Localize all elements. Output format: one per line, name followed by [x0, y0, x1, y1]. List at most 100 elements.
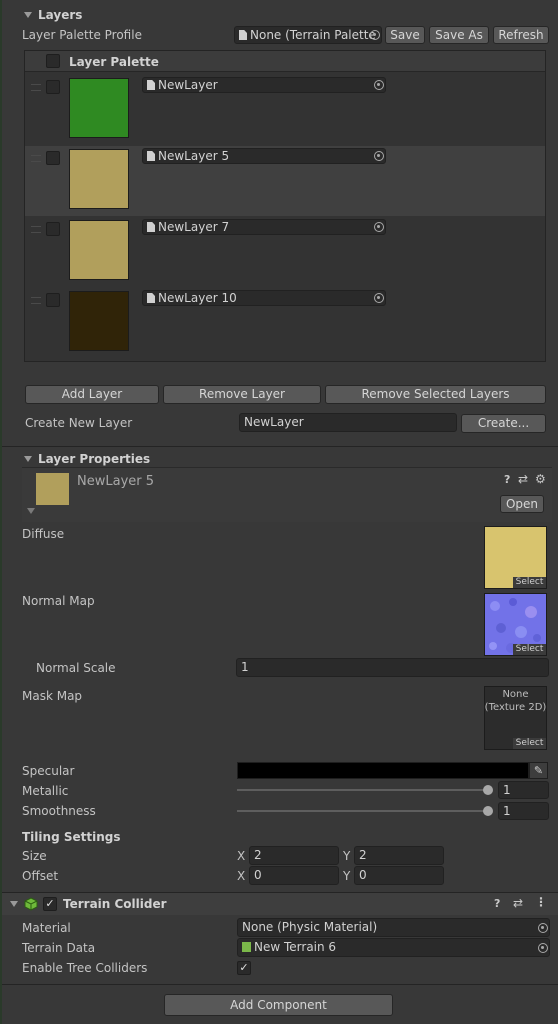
- terrain-data-label: Terrain Data: [22, 941, 96, 955]
- layer-name: NewLayer 5: [158, 149, 230, 163]
- smoothness-slider-track[interactable]: [237, 810, 490, 812]
- mask-map-none-text: None: [502, 689, 529, 700]
- mask-map-label: Mask Map: [22, 689, 83, 703]
- layer-properties-title: Layer Properties: [38, 452, 151, 466]
- smoothness-value-input[interactable]: 1: [498, 802, 549, 820]
- size-y-input[interactable]: 2: [354, 846, 444, 865]
- preset-sliders-icon[interactable]: ⇄: [513, 896, 523, 910]
- object-picker-icon[interactable]: [538, 943, 548, 953]
- layer-name: NewLayer 7: [158, 220, 230, 234]
- material-label: Material: [22, 921, 71, 935]
- terrain-data-field[interactable]: New Terrain 6: [237, 938, 550, 957]
- eyedropper-icon[interactable]: ✎: [529, 762, 548, 779]
- layer-thumbnail[interactable]: [69, 78, 129, 138]
- diffuse-label: Diffuse: [22, 527, 65, 541]
- terrain-data-value: New Terrain 6: [254, 940, 337, 954]
- metallic-value-input[interactable]: 1: [498, 781, 549, 799]
- open-button[interactable]: Open: [500, 495, 544, 513]
- bottom-divider: [0, 984, 558, 985]
- window-left-border: [0, 0, 2, 1024]
- palette-profile-value: None (Terrain Palette: [250, 28, 376, 42]
- drag-handle-icon[interactable]: [31, 84, 41, 91]
- document-icon: [147, 293, 155, 303]
- layers-foldout-arrow[interactable]: [24, 12, 32, 18]
- help-icon[interactable]: ?: [494, 897, 500, 910]
- layer-checkbox[interactable]: [46, 151, 60, 165]
- drag-handle-icon[interactable]: [31, 155, 41, 162]
- metallic-slider-handle[interactable]: [483, 785, 493, 795]
- settings-gear-icon[interactable]: ⚙: [535, 472, 546, 486]
- offset-label: Offset: [22, 869, 59, 883]
- create-layer-button[interactable]: Create...: [461, 414, 546, 433]
- palette-profile-field[interactable]: None (Terrain Palette: [234, 26, 382, 44]
- layer-thumbnail[interactable]: [69, 149, 129, 209]
- specular-label: Specular: [22, 764, 75, 778]
- smoothness-slider-handle[interactable]: [483, 806, 493, 816]
- layer-thumbnail[interactable]: [69, 291, 129, 351]
- terrain-collider-foldout-arrow[interactable]: [10, 901, 18, 907]
- palette-profile-label: Layer Palette Profile: [22, 28, 142, 42]
- offset-y-input[interactable]: 0: [354, 866, 444, 885]
- enable-tree-colliders-label: Enable Tree Colliders: [22, 961, 148, 975]
- size-y-label: Y: [343, 849, 351, 863]
- preset-sliders-icon[interactable]: ⇄: [518, 472, 528, 486]
- object-picker-icon[interactable]: [374, 80, 384, 90]
- metallic-slider-track[interactable]: [237, 789, 490, 791]
- normal-scale-label: Normal Scale: [36, 661, 116, 675]
- object-picker-icon[interactable]: [374, 222, 384, 232]
- specular-color-field[interactable]: [237, 762, 529, 779]
- save-button[interactable]: Save: [385, 26, 425, 44]
- size-label: Size: [22, 849, 47, 863]
- normal-select-button[interactable]: Select: [513, 644, 546, 655]
- save-as-button[interactable]: Save As: [429, 26, 489, 44]
- add-layer-button[interactable]: Add Layer: [25, 385, 159, 404]
- offset-y-label: Y: [343, 869, 351, 883]
- component-enabled-checkbox[interactable]: ✓: [43, 897, 57, 911]
- layer-asset-field[interactable]: NewLayer: [142, 77, 386, 93]
- layer-thumbnail[interactable]: [69, 220, 129, 280]
- document-icon: [239, 30, 247, 40]
- tiling-settings-header: Tiling Settings: [22, 830, 121, 844]
- normal-map-label: Normal Map: [22, 594, 95, 608]
- help-icon[interactable]: ?: [504, 473, 510, 486]
- layer-checkbox[interactable]: [46, 293, 60, 307]
- object-picker-icon[interactable]: [370, 30, 380, 40]
- object-picker-icon[interactable]: [374, 151, 384, 161]
- layer-name: NewLayer: [158, 78, 218, 92]
- layer-asset-thumbnail: [36, 473, 69, 505]
- object-picker-icon[interactable]: [538, 923, 548, 933]
- diffuse-select-button[interactable]: Select: [513, 577, 546, 588]
- material-field[interactable]: None (Physic Material): [237, 918, 550, 937]
- size-x-label: X: [237, 849, 246, 863]
- layer-checkbox[interactable]: [46, 222, 60, 236]
- terrain-data-icon: [242, 942, 251, 952]
- refresh-button[interactable]: Refresh: [493, 26, 549, 44]
- document-icon: [147, 222, 155, 232]
- drag-handle-icon[interactable]: [31, 226, 41, 233]
- more-options-icon[interactable]: ⋮: [535, 895, 547, 909]
- remove-selected-layers-button[interactable]: Remove Selected Layers: [325, 385, 546, 404]
- add-component-button[interactable]: Add Component: [164, 994, 393, 1016]
- object-picker-icon[interactable]: [374, 293, 384, 303]
- layer-checkbox[interactable]: [46, 80, 60, 94]
- normal-scale-input[interactable]: 1: [236, 658, 549, 677]
- remove-layer-button[interactable]: Remove Layer: [163, 385, 321, 404]
- document-icon: [147, 80, 155, 90]
- metallic-label: Metallic: [22, 784, 69, 798]
- layer-asset-field[interactable]: NewLayer 5: [142, 148, 386, 164]
- select-all-checkbox[interactable]: [46, 54, 60, 68]
- document-icon: [147, 151, 155, 161]
- mask-map-type-text: (Texture 2D): [484, 702, 547, 713]
- size-x-input[interactable]: 2: [249, 846, 339, 865]
- drag-handle-icon[interactable]: [31, 297, 41, 304]
- layer-properties-foldout-arrow[interactable]: [24, 456, 32, 462]
- enable-tree-colliders-checkbox[interactable]: ✓: [237, 961, 251, 975]
- mask-select-button[interactable]: Select: [513, 738, 546, 749]
- layer-asset-field[interactable]: NewLayer 10: [142, 290, 386, 306]
- new-layer-name-input[interactable]: NewLayer: [239, 413, 457, 432]
- asset-foldout-arrow[interactable]: [27, 508, 35, 514]
- offset-x-input[interactable]: 0: [249, 866, 339, 885]
- layer-asset-field[interactable]: NewLayer 7: [142, 219, 386, 235]
- layer-name: NewLayer 10: [158, 291, 237, 305]
- section-divider: [0, 446, 558, 447]
